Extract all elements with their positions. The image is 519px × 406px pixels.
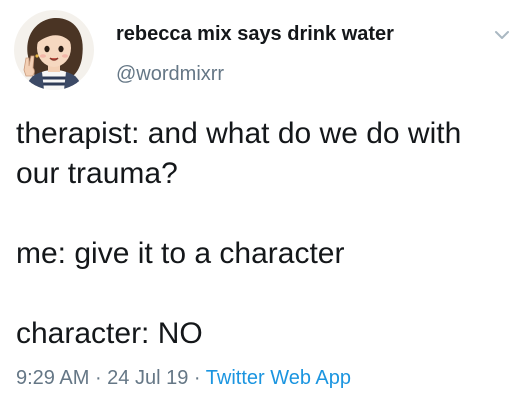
display-name[interactable]: rebecca mix says drink water xyxy=(116,23,394,46)
tweet-text-line: character: NO xyxy=(16,317,203,350)
tweet-card: rebecca mix says drink water @wordmixrr … xyxy=(0,0,519,406)
tweet-text-line: me: give it to a character xyxy=(16,237,345,270)
user-handle[interactable]: @wordmixrr xyxy=(116,63,224,86)
meta-separator: · xyxy=(89,367,108,389)
avatar-illustration xyxy=(14,10,94,90)
chevron-down-icon[interactable] xyxy=(494,28,510,40)
tweet-text-line: therapist: and what do we do with xyxy=(16,117,462,150)
tweet-text-line: our trauma? xyxy=(16,157,178,190)
meta-separator: · xyxy=(188,367,206,389)
avatar[interactable] xyxy=(14,10,94,90)
tweet-text: therapist: and what do we do with our tr… xyxy=(16,114,511,354)
tweet-metadata: 9:29 AM · 24 Jul 19 · Twitter Web App xyxy=(16,367,351,390)
tweet-date[interactable]: 24 Jul 19 xyxy=(107,367,188,389)
tweet-time[interactable]: 9:29 AM xyxy=(16,367,89,389)
tweet-source-link[interactable]: Twitter Web App xyxy=(206,367,351,389)
